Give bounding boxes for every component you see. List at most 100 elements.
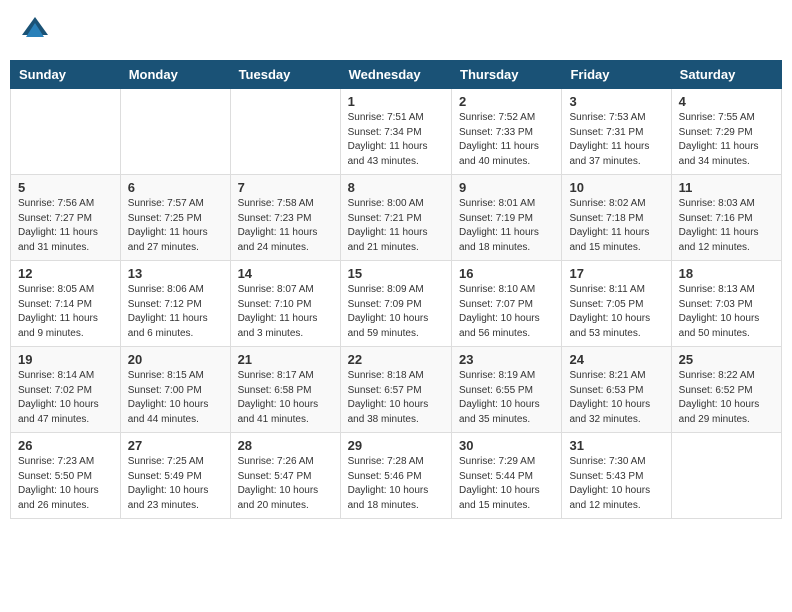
day-info: Sunrise: 7:51 AM Sunset: 7:34 PM Dayligh…	[348, 111, 444, 169]
day-info: Sunrise: 8:03 AM Sunset: 7:16 PM Dayligh…	[679, 197, 774, 255]
day-info: Sunrise: 8:01 AM Sunset: 7:19 PM Dayligh…	[459, 197, 554, 255]
day-info: Sunrise: 7:30 AM Sunset: 5:43 PM Dayligh…	[569, 455, 663, 513]
calendar-cell: 17 Sunrise: 8:11 AM Sunset: 7:05 PM Dayli…	[562, 261, 671, 347]
day-number: 19	[18, 352, 113, 367]
calendar-cell: 5Sunrise: 7:56 AM Sunset: 7:27 PM Daylig…	[11, 175, 121, 261]
day-of-week-header: Tuesday	[230, 61, 340, 89]
day-info: Sunrise: 8:09 AM Sunset: 7:09 PM Dayligh…	[348, 283, 444, 341]
day-number: 29	[348, 438, 444, 453]
day-number: 21	[238, 352, 333, 367]
day-info: Sunrise: 8:00 AM Sunset: 7:21 PM Dayligh…	[348, 197, 444, 255]
calendar-cell: 8 Sunrise: 8:00 AM Sunset: 7:21 PM Daylig…	[340, 175, 451, 261]
day-info: Sunrise: 8:15 AM Sunset: 7:00 PM Dayligh…	[128, 369, 223, 427]
day-info: Sunrise: 7:55 AM Sunset: 7:29 PM Dayligh…	[679, 111, 774, 169]
day-number: 25	[679, 352, 774, 367]
day-number: 3	[569, 94, 663, 109]
day-number: 7	[238, 180, 333, 195]
day-info: Sunrise: 7:57 AM Sunset: 7:25 PM Dayligh…	[128, 197, 223, 255]
day-number: 17	[569, 266, 663, 281]
calendar-cell: 20Sunrise: 8:15 AM Sunset: 7:00 PM Dayli…	[120, 347, 230, 433]
day-number: 1	[348, 94, 444, 109]
day-number: 22	[348, 352, 444, 367]
calendar-cell: 25 Sunrise: 8:22 AM Sunset: 6:52 PM Dayli…	[671, 347, 781, 433]
calendar-cell: 19 Sunrise: 8:14 AM Sunset: 7:02 PM Dayli…	[11, 347, 121, 433]
calendar-header-row: SundayMondayTuesdayWednesdayThursdayFrid…	[11, 61, 782, 89]
calendar-cell: 27 Sunrise: 7:25 AM Sunset: 5:49 PM Dayli…	[120, 433, 230, 519]
day-number: 10	[569, 180, 663, 195]
day-info: Sunrise: 7:28 AM Sunset: 5:46 PM Dayligh…	[348, 455, 444, 513]
calendar-cell: 18 Sunrise: 8:13 AM Sunset: 7:03 PM Dayli…	[671, 261, 781, 347]
day-number: 14	[238, 266, 333, 281]
calendar-cell	[120, 89, 230, 175]
day-number: 5	[18, 180, 113, 195]
day-of-week-header: Saturday	[671, 61, 781, 89]
day-info: Sunrise: 7:23 AM Sunset: 5:50 PM Dayligh…	[18, 455, 113, 513]
day-number: 11	[679, 180, 774, 195]
day-info: Sunrise: 8:10 AM Sunset: 7:07 PM Dayligh…	[459, 283, 554, 341]
day-of-week-header: Thursday	[452, 61, 562, 89]
day-info: Sunrise: 8:19 AM Sunset: 6:55 PM Dayligh…	[459, 369, 554, 427]
day-number: 9	[459, 180, 554, 195]
day-info: Sunrise: 8:17 AM Sunset: 6:58 PM Dayligh…	[238, 369, 333, 427]
day-number: 28	[238, 438, 333, 453]
day-info: Sunrise: 7:25 AM Sunset: 5:49 PM Dayligh…	[128, 455, 223, 513]
calendar-cell: 13 Sunrise: 8:06 AM Sunset: 7:12 PM Dayli…	[120, 261, 230, 347]
page-header	[10, 10, 782, 50]
day-info: Sunrise: 8:22 AM Sunset: 6:52 PM Dayligh…	[679, 369, 774, 427]
calendar-cell: 31 Sunrise: 7:30 AM Sunset: 5:43 PM Dayli…	[562, 433, 671, 519]
calendar-cell: 16Sunrise: 8:10 AM Sunset: 7:07 PM Dayli…	[452, 261, 562, 347]
calendar-cell: 30 Sunrise: 7:29 AM Sunset: 5:44 PM Dayli…	[452, 433, 562, 519]
day-of-week-header: Sunday	[11, 61, 121, 89]
day-of-week-header: Wednesday	[340, 61, 451, 89]
day-info: Sunrise: 7:53 AM Sunset: 7:31 PM Dayligh…	[569, 111, 663, 169]
day-info: Sunrise: 8:02 AM Sunset: 7:18 PM Dayligh…	[569, 197, 663, 255]
calendar-cell: 7 Sunrise: 7:58 AM Sunset: 7:23 PM Daylig…	[230, 175, 340, 261]
calendar-cell: 22Sunrise: 8:18 AM Sunset: 6:57 PM Dayli…	[340, 347, 451, 433]
day-number: 13	[128, 266, 223, 281]
day-number: 18	[679, 266, 774, 281]
calendar-cell: 26 Sunrise: 7:23 AM Sunset: 5:50 PM Dayli…	[11, 433, 121, 519]
day-number: 30	[459, 438, 554, 453]
day-number: 27	[128, 438, 223, 453]
day-info: Sunrise: 8:05 AM Sunset: 7:14 PM Dayligh…	[18, 283, 113, 341]
calendar-week-row: 12Sunrise: 8:05 AM Sunset: 7:14 PM Dayli…	[11, 261, 782, 347]
calendar-cell	[230, 89, 340, 175]
calendar-cell: 28Sunrise: 7:26 AM Sunset: 5:47 PM Dayli…	[230, 433, 340, 519]
day-info: Sunrise: 8:11 AM Sunset: 7:05 PM Dayligh…	[569, 283, 663, 341]
calendar-cell: 1 Sunrise: 7:51 AM Sunset: 7:34 PM Daylig…	[340, 89, 451, 175]
day-number: 2	[459, 94, 554, 109]
day-info: Sunrise: 8:06 AM Sunset: 7:12 PM Dayligh…	[128, 283, 223, 341]
day-number: 24	[569, 352, 663, 367]
calendar-cell: 15 Sunrise: 8:09 AM Sunset: 7:09 PM Dayli…	[340, 261, 451, 347]
calendar-table: SundayMondayTuesdayWednesdayThursdayFrid…	[10, 60, 782, 519]
logo-icon	[20, 15, 50, 45]
day-number: 15	[348, 266, 444, 281]
day-number: 8	[348, 180, 444, 195]
day-info: Sunrise: 8:07 AM Sunset: 7:10 PM Dayligh…	[238, 283, 333, 341]
calendar-cell	[671, 433, 781, 519]
day-number: 31	[569, 438, 663, 453]
calendar-cell: 9 Sunrise: 8:01 AM Sunset: 7:19 PM Daylig…	[452, 175, 562, 261]
calendar-cell: 2 Sunrise: 7:52 AM Sunset: 7:33 PM Daylig…	[452, 89, 562, 175]
calendar-cell: 12Sunrise: 8:05 AM Sunset: 7:14 PM Dayli…	[11, 261, 121, 347]
day-info: Sunrise: 8:21 AM Sunset: 6:53 PM Dayligh…	[569, 369, 663, 427]
calendar-cell: 10 Sunrise: 8:02 AM Sunset: 7:18 PM Dayli…	[562, 175, 671, 261]
calendar-cell: 6 Sunrise: 7:57 AM Sunset: 7:25 PM Daylig…	[120, 175, 230, 261]
calendar-cell: 14 Sunrise: 8:07 AM Sunset: 7:10 PM Dayli…	[230, 261, 340, 347]
day-number: 26	[18, 438, 113, 453]
calendar-cell: 24 Sunrise: 8:21 AM Sunset: 6:53 PM Dayli…	[562, 347, 671, 433]
day-info: Sunrise: 8:13 AM Sunset: 7:03 PM Dayligh…	[679, 283, 774, 341]
day-info: Sunrise: 7:58 AM Sunset: 7:23 PM Dayligh…	[238, 197, 333, 255]
calendar-cell: 3 Sunrise: 7:53 AM Sunset: 7:31 PM Daylig…	[562, 89, 671, 175]
calendar-week-row: 1 Sunrise: 7:51 AM Sunset: 7:34 PM Daylig…	[11, 89, 782, 175]
calendar-week-row: 5Sunrise: 7:56 AM Sunset: 7:27 PM Daylig…	[11, 175, 782, 261]
day-info: Sunrise: 7:52 AM Sunset: 7:33 PM Dayligh…	[459, 111, 554, 169]
calendar-cell: 4 Sunrise: 7:55 AM Sunset: 7:29 PM Daylig…	[671, 89, 781, 175]
day-info: Sunrise: 8:14 AM Sunset: 7:02 PM Dayligh…	[18, 369, 113, 427]
day-number: 6	[128, 180, 223, 195]
day-of-week-header: Monday	[120, 61, 230, 89]
day-of-week-header: Friday	[562, 61, 671, 89]
day-info: Sunrise: 7:29 AM Sunset: 5:44 PM Dayligh…	[459, 455, 554, 513]
day-number: 23	[459, 352, 554, 367]
day-number: 4	[679, 94, 774, 109]
